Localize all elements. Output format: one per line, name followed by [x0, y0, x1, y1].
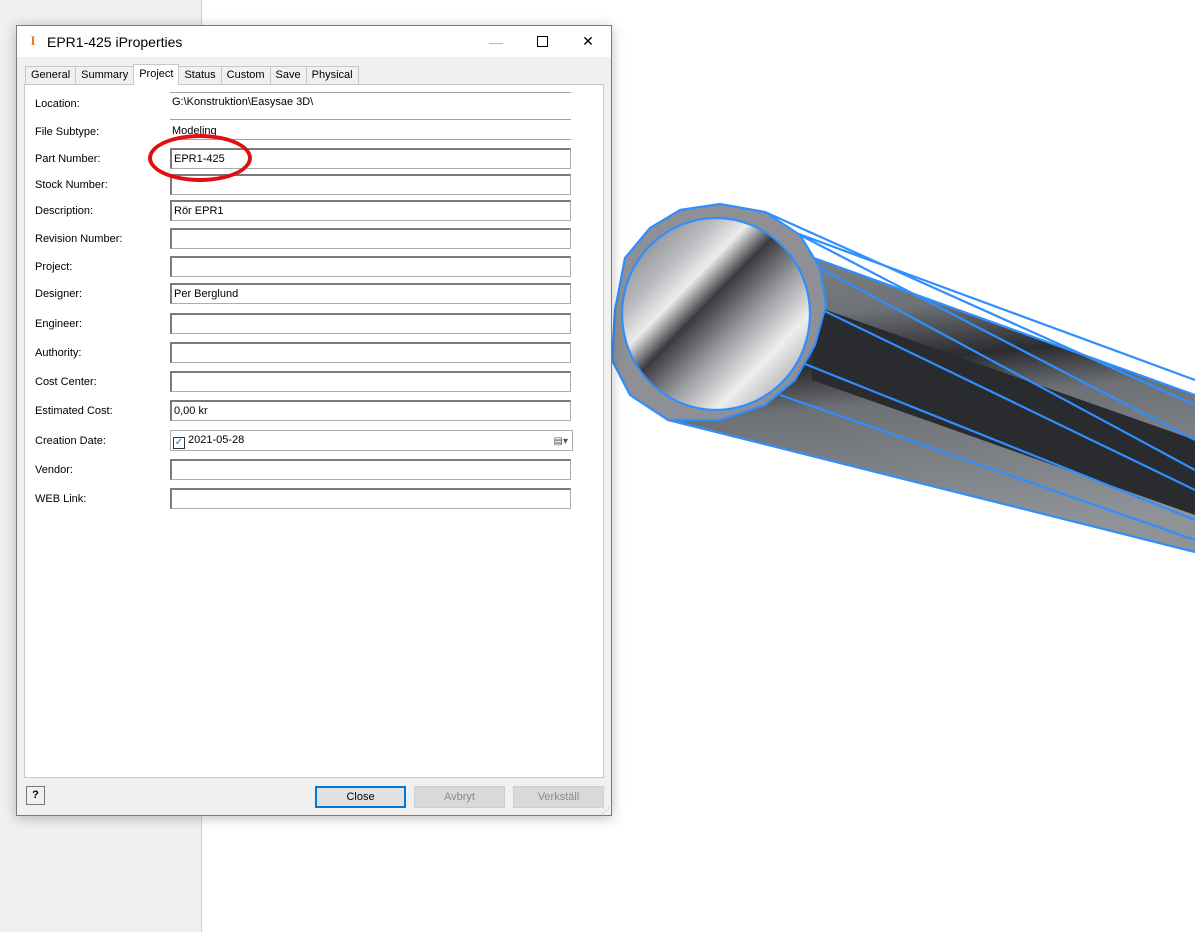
tab-summary[interactable]: Summary [75, 66, 135, 85]
revision-number-field[interactable] [170, 228, 571, 249]
engineer-row: Engineer: [25, 313, 603, 335]
project-row: Project: [25, 256, 603, 278]
authority-field[interactable] [170, 342, 571, 363]
revision-number-row: Revision Number: [25, 228, 603, 250]
designer-label: Designer: [35, 288, 83, 300]
stock-number-row: Stock Number: [25, 174, 603, 196]
minimize-icon: — [489, 33, 503, 50]
close-button[interactable]: Close [315, 786, 406, 808]
web-link-row: WEB Link: [25, 488, 603, 510]
web-link-field[interactable] [170, 488, 571, 509]
resize-grip-icon[interactable]: ⋰ [602, 806, 610, 815]
designer-row: Designer: Per Berglund [25, 283, 603, 305]
project-tab-panel: Location: G:\Konstruktion\Easysae 3D\ Fi… [24, 84, 604, 778]
estimated-cost-label: Estimated Cost: [35, 405, 113, 417]
tab-status[interactable]: Status [178, 66, 222, 85]
cost-center-field[interactable] [170, 371, 571, 392]
vendor-field[interactable] [170, 459, 571, 480]
estimated-cost-field[interactable]: 0,00 kr [170, 400, 571, 421]
help-button[interactable]: ? [26, 786, 45, 805]
engineer-field[interactable] [170, 313, 571, 334]
highlight-ellipse [148, 134, 252, 182]
stock-number-label: Stock Number: [35, 179, 108, 191]
cost-center-label: Cost Center: [35, 376, 97, 388]
tab-general[interactable]: General [25, 66, 77, 85]
tab-physical[interactable]: Physical [305, 66, 359, 85]
location-row: Location: G:\Konstruktion\Easysae 3D\ [25, 92, 603, 120]
apply-button[interactable]: Verkställ [513, 786, 604, 808]
vendor-label: Vendor: [35, 464, 73, 476]
description-field[interactable]: Rör EPR1 [170, 200, 571, 221]
checkmark-icon: ✓ [174, 437, 184, 448]
cost-center-row: Cost Center: [25, 371, 603, 393]
file-subtype-label: File Subtype: [35, 126, 100, 138]
dialog-titlebar: I EPR1-425 iProperties — ✕ [17, 26, 611, 57]
designer-field[interactable]: Per Berglund [170, 283, 571, 304]
minimize-button[interactable]: — [473, 26, 519, 57]
close-icon: ✕ [582, 33, 594, 49]
help-icon: ? [32, 789, 39, 801]
revision-number-label: Revision Number: [35, 233, 123, 245]
tab-save[interactable]: Save [269, 66, 307, 85]
estimated-cost-row: Estimated Cost: 0,00 kr [25, 400, 603, 422]
tab-project[interactable]: Project [133, 64, 180, 85]
tab-custom[interactable]: Custom [220, 66, 271, 85]
web-link-label: WEB Link: [35, 493, 87, 505]
engineer-label: Engineer: [35, 318, 83, 330]
creation-date-checkbox[interactable]: ✓ [173, 437, 185, 449]
cancel-button[interactable]: Avbryt [414, 786, 505, 808]
maximize-icon [536, 36, 548, 47]
description-row: Description: Rör EPR1 [25, 200, 603, 222]
location-value: G:\Konstruktion\Easysae 3D\ [170, 92, 571, 120]
dialog-button-bar: ? Close Avbryt Verkställ ⋰ [17, 782, 611, 816]
project-field[interactable] [170, 256, 571, 277]
close-window-button[interactable]: ✕ [565, 26, 611, 57]
file-subtype-row: File Subtype: Modeling [25, 124, 603, 146]
authority-label: Authority: [35, 347, 82, 359]
vendor-row: Vendor: [25, 459, 603, 481]
tab-strip: General Summary Project Status Custom Sa… [25, 64, 359, 85]
description-label: Description: [35, 205, 94, 217]
creation-date-value: 2021-05-28 [188, 434, 245, 446]
tube-bore [620, 216, 812, 412]
creation-date-picker[interactable]: ✓ 2021-05-28 ▤▾ [170, 430, 573, 451]
project-label: Project: [35, 261, 73, 273]
iproperties-dialog: I EPR1-425 iProperties — ✕ General Summa… [16, 25, 612, 816]
dialog-title: EPR1-425 iProperties [47, 34, 183, 50]
maximize-button[interactable] [519, 26, 565, 57]
part-number-label: Part Number: [35, 153, 101, 165]
inventor-i-icon: I [30, 33, 36, 48]
authority-row: Authority: [25, 342, 603, 364]
part-number-row: Part Number: EPR1-425 [25, 148, 603, 170]
creation-date-row: Creation Date: ✓ 2021-05-28 ▤▾ [25, 430, 603, 452]
location-label: Location: [35, 98, 80, 110]
creation-date-label: Creation Date: [35, 435, 106, 447]
calendar-icon[interactable]: ▤▾ [554, 434, 568, 449]
